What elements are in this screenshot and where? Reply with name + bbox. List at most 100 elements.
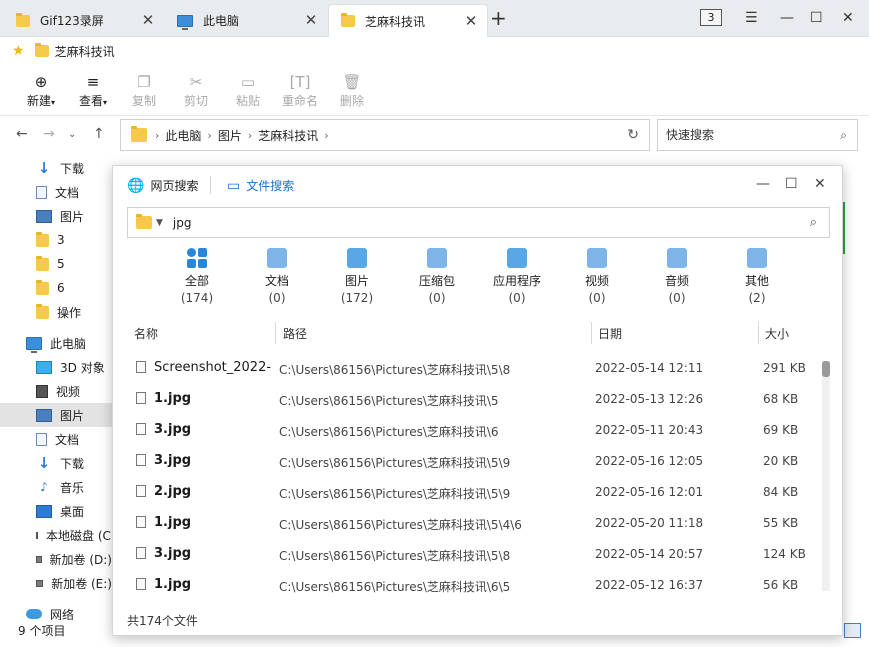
up-icon[interactable]: ↑ (93, 126, 105, 142)
paste-button[interactable]: ▭ 粘贴 (223, 72, 273, 109)
sidebar-item-pictures[interactable]: 图片 (0, 204, 112, 228)
column-date[interactable]: 日期 (598, 325, 622, 342)
table-row[interactable]: 3.jpg C:\Users\86156\Pictures\芝麻科技讯\5\8 … (113, 539, 818, 570)
computer-icon (177, 14, 193, 30)
view-button[interactable]: ≡ 查看▾ (68, 72, 118, 109)
breadcrumb-pictures[interactable]: 图片 (218, 127, 242, 144)
column-name[interactable]: 名称 (134, 325, 158, 342)
file-search-input[interactable]: ▼ jpg ⌕ (127, 207, 830, 238)
sidebar-item-label: 音乐 (60, 480, 85, 495)
folder-icon (34, 43, 49, 57)
add-tab-icon[interactable]: + (490, 8, 507, 28)
close-icon[interactable]: ✕ (140, 12, 156, 28)
new-button[interactable]: ⊕ 新建▾ (16, 72, 66, 109)
cut-button[interactable]: ✂ 剪切 (171, 72, 221, 109)
sidebar-item-disk-c[interactable]: 本地磁盘 (C:) (0, 523, 112, 547)
sidebar-item-pc-pictures[interactable]: 图片 (0, 403, 112, 427)
sidebar-item-network[interactable]: 网络 (0, 602, 112, 620)
tab-gif123[interactable]: Gif123录屏 ✕ (4, 4, 164, 37)
category-count: (2) (748, 291, 766, 305)
sidebar-item-folder-3[interactable]: 3 (0, 228, 112, 252)
close-icon[interactable]: ✕ (814, 176, 826, 192)
address-bar[interactable]: › 此电脑 › 图片 › 芝麻科技讯 › ↻ (120, 119, 650, 151)
close-icon[interactable]: ✕ (463, 13, 479, 29)
bookmark-item[interactable]: 芝麻科技讯 (55, 43, 115, 60)
tab-file-search[interactable]: ▭ 文件搜索 (227, 177, 294, 194)
sidebar-item-pc-downloads[interactable]: ↓ 下载 (0, 451, 112, 475)
column-divider[interactable] (275, 322, 276, 344)
tab-bar: Gif123录屏 ✕ 此电脑 ✕ 芝麻科技讯 ✕ + 3 ☰ — ☐ ✕ (0, 0, 869, 37)
file-size: 124 KB (763, 547, 806, 561)
category-images[interactable]: 图片 (172) (317, 248, 397, 305)
document-icon (36, 432, 47, 446)
sidebar-item-documents[interactable]: 文档 (0, 180, 112, 204)
table-row[interactable]: 3.jpg C:\Users\86156\Pictures\芝麻科技讯\6 20… (113, 415, 818, 446)
sidebar-item-videos[interactable]: 视频 (0, 379, 112, 403)
category-all[interactable]: 全部 (174) (157, 248, 237, 305)
file-path: C:\Users\86156\Pictures\芝麻科技讯\5\8 (279, 549, 511, 563)
category-audio[interactable]: 音频 (0) (637, 248, 717, 305)
sidebar-item-label: 网络 (50, 607, 75, 621)
breadcrumb-separator: › (247, 128, 253, 142)
history-chevron-icon[interactable]: ⌄ (68, 129, 76, 140)
quick-search-input[interactable]: 快速搜索 ⌕ (657, 119, 858, 151)
table-row[interactable]: Screenshot_2022- C:\Users\86156\Pictures… (113, 353, 818, 384)
rename-button[interactable]: [T] 重命名 (275, 72, 325, 109)
column-divider[interactable] (591, 322, 592, 344)
search-query: jpg (172, 215, 192, 230)
tab-zhima[interactable]: 芝麻科技讯 ✕ (328, 4, 488, 37)
breadcrumb-this-pc[interactable]: 此电脑 (165, 127, 201, 144)
sidebar-item-3d-objects[interactable]: 3D 对象 (0, 355, 112, 379)
menu-icon[interactable]: ☰ (745, 10, 758, 26)
category-applications[interactable]: 应用程序 (0) (477, 248, 557, 305)
search-icon[interactable]: ⌕ (810, 215, 817, 230)
minimize-icon[interactable]: — (780, 10, 794, 26)
sidebar-item-desktop[interactable]: 桌面 (0, 499, 112, 523)
sidebar-item-folder-6[interactable]: 6 (0, 276, 112, 300)
table-row[interactable]: 2.jpg C:\Users\86156\Pictures\芝麻科技讯\5\9 … (113, 477, 818, 508)
item-count: 9 个项目 (18, 624, 66, 638)
chevron-down-icon[interactable]: ▼ (156, 218, 163, 228)
scrollbar-thumb[interactable] (822, 361, 830, 377)
category-archives[interactable]: 压缩包 (0) (397, 248, 477, 305)
search-icon[interactable]: ⌕ (840, 120, 847, 150)
tab-web-search[interactable]: 🌐 网页搜索 (127, 177, 198, 194)
column-size[interactable]: 大小 (765, 325, 789, 342)
minimize-icon[interactable]: — (756, 176, 770, 192)
bookmark-bar: ★ 芝麻科技讯 (0, 37, 869, 65)
refresh-icon[interactable]: ↻ (627, 127, 639, 143)
sidebar-item-downloads[interactable]: ↓ 下载 (0, 156, 112, 180)
close-window-icon[interactable]: ✕ (842, 10, 854, 26)
breadcrumb-zhima[interactable]: 芝麻科技讯 (258, 127, 318, 144)
sidebar-item-folder-5[interactable]: 5 (0, 252, 112, 276)
back-icon[interactable]: ← (16, 126, 28, 142)
copy-button[interactable]: ❐ 复制 (119, 72, 169, 109)
details-view-icon[interactable] (844, 623, 861, 638)
table-row[interactable]: 3.jpg C:\Users\86156\Pictures\芝麻科技讯\5\9 … (113, 446, 818, 477)
star-icon[interactable]: ★ (12, 43, 25, 59)
category-other[interactable]: 其他 (2) (717, 248, 797, 305)
table-row[interactable]: 1.jpg C:\Users\86156\Pictures\芝麻科技讯\5 20… (113, 384, 818, 415)
table-row[interactable]: 1.jpg C:\Users\86156\Pictures\芝麻科技讯\6\5 … (113, 570, 818, 601)
table-row[interactable]: 1.jpg C:\Users\86156\Pictures\芝麻科技讯\5\4\… (113, 508, 818, 539)
sidebar-item-music[interactable]: ♪ 音乐 (0, 475, 112, 499)
forward-icon[interactable]: → (43, 126, 55, 142)
delete-button[interactable]: 🗑 删除 (327, 72, 377, 109)
category-videos[interactable]: 视频 (0) (557, 248, 637, 305)
sidebar-item-disk-e[interactable]: 新加卷 (E:) (0, 571, 112, 595)
maximize-icon[interactable]: ☐ (785, 176, 798, 192)
sidebar-item-this-pc[interactable]: 此电脑 (0, 331, 112, 355)
tab-count-badge[interactable]: 3 (700, 9, 722, 26)
maximize-icon[interactable]: ☐ (810, 10, 823, 26)
category-documents[interactable]: 文档 (0) (237, 248, 317, 305)
sidebar-item-pc-documents[interactable]: 文档 (0, 427, 112, 451)
file-size: 68 KB (763, 392, 799, 406)
sidebar-item-operations[interactable]: 操作 (0, 300, 112, 324)
sidebar-item-disk-d[interactable]: 新加卷 (D:) (0, 547, 112, 571)
tab-this-pc[interactable]: 此电脑 ✕ (165, 4, 327, 37)
column-path[interactable]: 路径 (283, 325, 307, 342)
column-divider[interactable] (758, 322, 759, 344)
folder-icon (36, 279, 49, 295)
close-icon[interactable]: ✕ (303, 12, 319, 28)
results-scrollbar[interactable] (822, 361, 830, 591)
